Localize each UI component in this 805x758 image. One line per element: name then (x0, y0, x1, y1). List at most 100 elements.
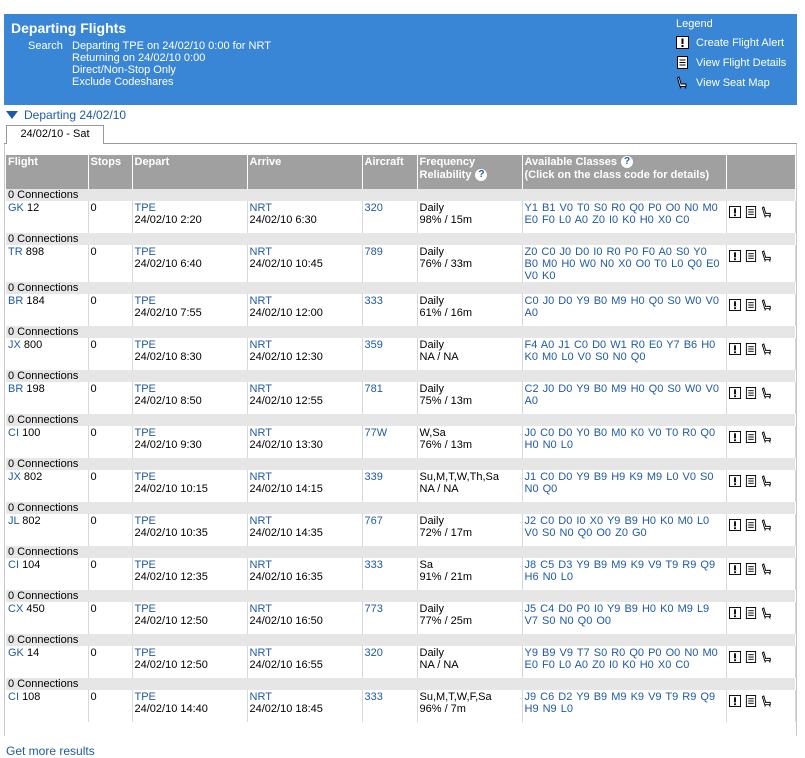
class-codes-link[interactable]: F4 A0 J1 C0 D0 W1 R0 E0 Y7 B6 H0 K0 M0 L… (525, 339, 716, 363)
view-details-button[interactable] (745, 651, 757, 663)
view-details-button[interactable] (745, 299, 757, 311)
arrive-airport-link[interactable]: NRT (250, 515, 360, 527)
depart-airport-link[interactable]: TPE (135, 515, 245, 527)
aircraft-link[interactable]: 333 (365, 691, 383, 703)
class-codes-link[interactable]: J9 C6 D2 Y9 B9 M9 K9 V9 T9 R9 Q9 H9 N9 L… (525, 691, 716, 715)
view-details-button[interactable] (745, 695, 757, 707)
arrive-airport-link[interactable]: NRT (250, 383, 360, 395)
depart-airport-link[interactable]: TPE (135, 691, 245, 703)
aircraft-link[interactable]: 77W (365, 427, 388, 439)
arrive-airport-link[interactable]: NRT (250, 559, 360, 571)
get-more-results-link[interactable]: Get more results (6, 744, 95, 758)
create-alert-button[interactable] (728, 475, 741, 487)
airline-link[interactable]: BR (8, 295, 23, 307)
airline-link[interactable]: CX (8, 603, 23, 615)
aircraft-link[interactable]: 781 (365, 383, 383, 395)
arrive-airport-link[interactable]: NRT (250, 691, 360, 703)
legend-view-details[interactable]: View Flight Details (676, 56, 786, 69)
aircraft-link[interactable]: 359 (365, 339, 383, 351)
arrive-airport-link[interactable]: NRT (250, 339, 360, 351)
view-details-button[interactable] (745, 387, 757, 399)
tab-date[interactable]: 24/02/10 - Sat (6, 125, 104, 144)
depart-airport-link[interactable]: TPE (135, 471, 245, 483)
view-details-button[interactable] (745, 343, 757, 355)
aircraft-link[interactable]: 333 (365, 295, 383, 307)
aircraft-link[interactable]: 320 (365, 647, 383, 659)
class-codes-link[interactable]: Z0 C0 J0 D0 I0 R0 P0 F0 A0 S0 Y0 B0 M0 H… (525, 246, 720, 282)
view-seatmap-button[interactable] (761, 206, 773, 218)
view-details-button[interactable] (745, 475, 757, 487)
aircraft-link[interactable]: 789 (365, 246, 383, 258)
class-codes-link[interactable]: J2 C0 D0 I0 X0 Y9 B9 H0 K0 M0 L0 V0 S0 N… (525, 515, 710, 539)
depart-airport-link[interactable]: TPE (135, 603, 245, 615)
airline-link[interactable]: GK (8, 202, 24, 214)
depart-airport-link[interactable]: TPE (135, 202, 245, 214)
view-seatmap-button[interactable] (761, 519, 773, 531)
class-codes-link[interactable]: C0 J0 D0 Y9 B0 M9 H0 Q0 S0 W0 V0 A0 (525, 295, 719, 319)
view-details-button[interactable] (745, 563, 757, 575)
create-alert-button[interactable] (728, 343, 741, 355)
arrive-airport-link[interactable]: NRT (250, 427, 360, 439)
view-seatmap-button[interactable] (761, 651, 773, 663)
legend-view-seatmap[interactable]: View Seat Map (676, 76, 770, 89)
view-seatmap-button[interactable] (761, 475, 773, 487)
depart-airport-link[interactable]: TPE (135, 383, 245, 395)
arrive-airport-link[interactable]: NRT (250, 295, 360, 307)
view-seatmap-button[interactable] (761, 250, 773, 262)
arrive-airport-link[interactable]: NRT (250, 202, 360, 214)
depart-airport-link[interactable]: TPE (135, 647, 245, 659)
help-icon[interactable]: ? (621, 156, 634, 169)
view-seatmap-button[interactable] (761, 343, 773, 355)
airline-link[interactable]: TR (8, 246, 23, 258)
class-codes-link[interactable]: Y9 B9 V9 T7 S0 R0 Q0 P0 O0 N0 M0 E0 F0 L… (525, 647, 718, 671)
airline-link[interactable]: CI (8, 427, 19, 439)
arrive-airport-link[interactable]: NRT (250, 471, 360, 483)
class-codes-link[interactable]: J8 C5 D3 Y9 B9 M9 K9 V9 T9 R9 Q9 H6 N0 L… (525, 559, 716, 583)
view-seatmap-button[interactable] (761, 607, 773, 619)
view-seatmap-button[interactable] (761, 387, 773, 399)
create-alert-button[interactable] (728, 299, 741, 311)
depart-airport-link[interactable]: TPE (135, 427, 245, 439)
view-details-button[interactable] (745, 607, 757, 619)
view-seatmap-button[interactable] (761, 695, 773, 707)
airline-link[interactable]: CI (8, 559, 19, 571)
aircraft-link[interactable]: 767 (365, 515, 383, 527)
view-details-button[interactable] (745, 206, 757, 218)
depart-airport-link[interactable]: TPE (135, 339, 245, 351)
create-alert-button[interactable] (728, 250, 741, 262)
class-codes-link[interactable]: J5 C4 D0 P0 I0 Y9 B9 H0 K0 M9 L9 V7 S0 N… (525, 603, 710, 627)
class-codes-link[interactable]: C2 J0 D0 Y9 B0 M9 H0 Q0 S0 W0 V0 A0 (525, 383, 719, 407)
depart-airport-link[interactable]: TPE (135, 295, 245, 307)
airline-link[interactable]: JX (8, 339, 21, 351)
airline-link[interactable]: GK (8, 647, 24, 659)
airline-link[interactable]: JL (8, 515, 19, 527)
help-icon[interactable]: ? (475, 169, 488, 182)
airline-link[interactable]: BR (8, 383, 23, 395)
create-alert-button[interactable] (728, 206, 741, 218)
create-alert-button[interactable] (728, 387, 741, 399)
create-alert-button[interactable] (728, 695, 741, 707)
create-alert-button[interactable] (728, 519, 741, 531)
view-details-button[interactable] (745, 250, 757, 262)
create-alert-button[interactable] (728, 651, 741, 663)
arrive-airport-link[interactable]: NRT (250, 647, 360, 659)
class-codes-link[interactable]: J1 C0 D0 Y9 B9 H9 K9 M9 L0 V0 S0 N0 Q0 (525, 471, 714, 495)
view-details-button[interactable] (745, 431, 757, 443)
aircraft-link[interactable]: 320 (365, 202, 383, 214)
aircraft-link[interactable]: 333 (365, 559, 383, 571)
airline-link[interactable]: CI (8, 691, 19, 703)
view-seatmap-button[interactable] (761, 563, 773, 575)
arrive-airport-link[interactable]: NRT (250, 603, 360, 615)
class-codes-link[interactable]: J0 C0 D0 Y0 B0 M0 K0 V0 T0 R0 Q0 H0 N0 L… (525, 427, 716, 451)
depart-airport-link[interactable]: TPE (135, 559, 245, 571)
legend-create-alert[interactable]: Create Flight Alert (676, 36, 784, 49)
aircraft-link[interactable]: 773 (365, 603, 383, 615)
arrive-airport-link[interactable]: NRT (250, 246, 360, 258)
departing-section-toggle[interactable]: Departing 24/02/10 (6, 108, 126, 122)
create-alert-button[interactable] (728, 607, 741, 619)
view-seatmap-button[interactable] (761, 431, 773, 443)
view-seatmap-button[interactable] (761, 299, 773, 311)
airline-link[interactable]: JX (8, 471, 21, 483)
depart-airport-link[interactable]: TPE (135, 246, 245, 258)
create-alert-button[interactable] (728, 431, 741, 443)
